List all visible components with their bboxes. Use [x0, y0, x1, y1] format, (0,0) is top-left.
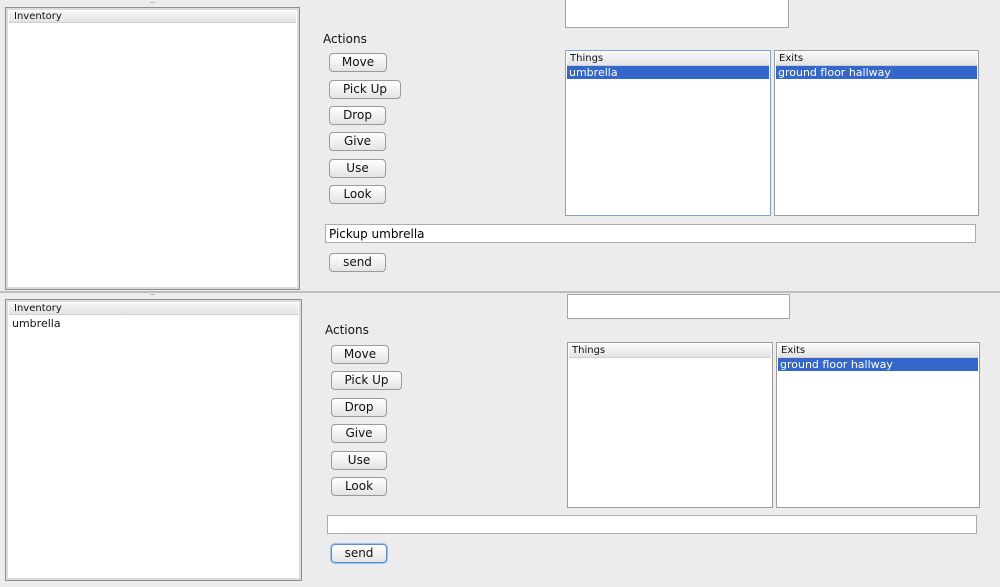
exits-list[interactable]: Exits ground floor hallway [776, 342, 980, 508]
things-list[interactable]: Things umbrella [565, 50, 771, 216]
inventory-header: Inventory [9, 11, 296, 23]
look-button[interactable]: Look [329, 185, 386, 204]
list-item-selected[interactable]: ground floor hallway [776, 66, 977, 79]
command-input[interactable] [327, 515, 977, 534]
exits-list[interactable]: Exits ground floor hallway [774, 50, 979, 216]
inventory-header: Inventory [9, 303, 298, 315]
room-description-box[interactable] [565, 0, 789, 28]
inventory-panel: Inventory umbrella [5, 299, 302, 581]
pick-up-button[interactable]: Pick Up [329, 80, 401, 99]
list-item-selected[interactable]: umbrella [567, 66, 769, 79]
things-header: Things [569, 344, 771, 358]
command-input[interactable] [325, 224, 976, 243]
use-button[interactable]: Use [329, 159, 386, 178]
actions-label: Actions [325, 323, 369, 337]
list-item-selected[interactable]: ground floor hallway [778, 358, 978, 371]
room-description-box[interactable] [567, 294, 790, 319]
send-button[interactable]: send [329, 253, 386, 272]
exits-header: Exits [778, 344, 978, 358]
pick-up-button[interactable]: Pick Up [331, 371, 402, 390]
resize-grip[interactable] [150, 2, 155, 6]
drop-button[interactable]: Drop [331, 398, 387, 417]
inventory-item[interactable]: umbrella [12, 317, 297, 331]
give-button[interactable]: Give [329, 132, 386, 151]
resize-grip[interactable] [150, 294, 155, 298]
inventory-list[interactable]: umbrella [12, 317, 297, 331]
actions-label: Actions [323, 32, 367, 46]
move-button[interactable]: Move [331, 345, 389, 364]
move-button[interactable]: Move [329, 53, 387, 72]
things-list[interactable]: Things [567, 342, 773, 508]
things-header: Things [567, 52, 769, 66]
send-button[interactable]: send [331, 544, 387, 563]
look-button[interactable]: Look [331, 477, 387, 496]
give-button[interactable]: Give [331, 424, 387, 443]
bottom-game-client: Inventory umbrella Actions Move Pick Up … [0, 292, 1000, 587]
inventory-panel: Inventory [5, 7, 300, 290]
drop-button[interactable]: Drop [329, 106, 386, 125]
use-button[interactable]: Use [331, 451, 387, 470]
top-game-client: Inventory Actions Move Pick Up Drop Give… [0, 0, 1000, 292]
exits-header: Exits [776, 52, 977, 66]
